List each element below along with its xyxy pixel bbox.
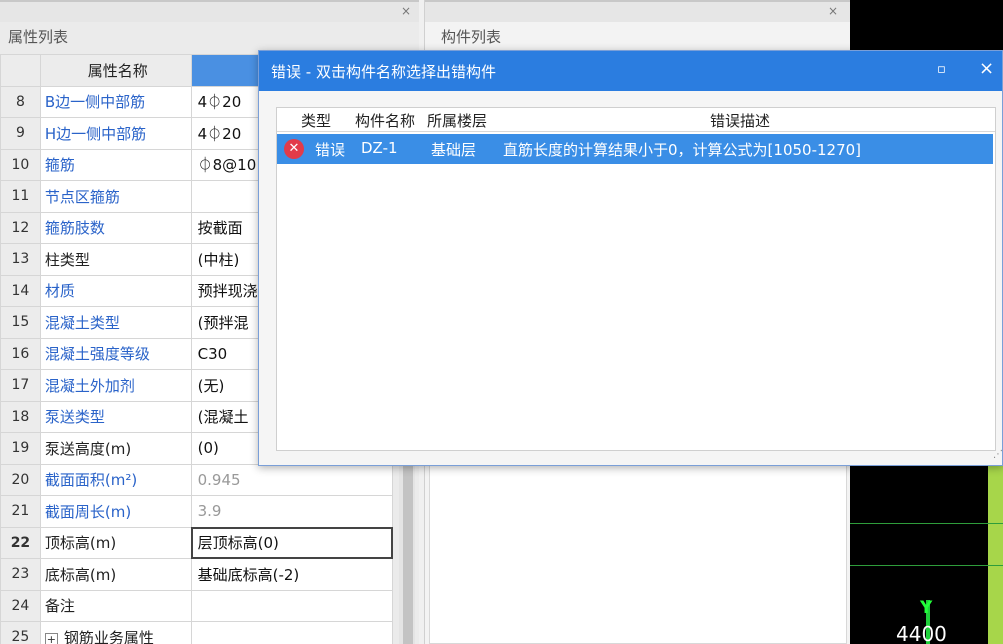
row-number: 13 bbox=[0, 243, 41, 276]
property-name: 截面面积(m²) bbox=[39, 463, 192, 496]
property-panel-title: 属性列表 bbox=[8, 28, 69, 46]
property-name-label: 截面面积(m²) bbox=[44, 471, 138, 490]
row-number: 15 bbox=[0, 306, 41, 339]
component-panel-title: 构件列表 bbox=[441, 28, 502, 46]
row-number: 12 bbox=[0, 211, 41, 244]
property-scrollbar-thumb[interactable] bbox=[403, 440, 413, 644]
property-name-label: 顶标高(m) bbox=[44, 534, 117, 553]
property-name: 柱类型 bbox=[39, 243, 192, 276]
property-panel-close-icon[interactable]: × bbox=[400, 4, 412, 18]
resize-grip-icon[interactable]: ⋰ bbox=[993, 449, 1003, 460]
error-component-name[interactable]: DZ-1 bbox=[361, 139, 398, 157]
property-name-label: 泵送高度(m) bbox=[44, 439, 132, 458]
row-number: 22 bbox=[0, 526, 41, 559]
canvas-axis-number: 4400 bbox=[896, 622, 947, 644]
column-header-description[interactable]: 错误描述 bbox=[710, 110, 770, 131]
property-name: 混凝土强度等级 bbox=[39, 337, 192, 370]
property-value[interactable] bbox=[190, 621, 394, 644]
row-number: 8 bbox=[0, 85, 41, 118]
error-dialog-titlebar[interactable]: 错误 - 双击构件名称选择出错构件 ▫ × bbox=[259, 51, 1002, 91]
column-header-name[interactable]: 构件名称 bbox=[355, 110, 415, 131]
property-name-label: B边一侧中部筋 bbox=[44, 93, 146, 112]
row-number: 10 bbox=[0, 148, 41, 181]
property-value[interactable]: 3.9 bbox=[190, 495, 394, 528]
property-name-label: 泵送类型 bbox=[44, 408, 105, 427]
property-name: 混凝土外加剂 bbox=[39, 369, 192, 402]
property-row[interactable]: 25 + 钢筋业务属性 bbox=[0, 621, 394, 644]
row-number: 14 bbox=[0, 274, 41, 307]
property-name: 泵送高度(m) bbox=[39, 432, 192, 465]
property-name: 泵送类型 bbox=[39, 400, 192, 433]
expand-icon[interactable]: + bbox=[44, 632, 58, 644]
property-name: + 钢筋业务属性 bbox=[39, 621, 192, 644]
header-num bbox=[0, 54, 41, 87]
row-number: 9 bbox=[0, 117, 41, 150]
row-number: 19 bbox=[0, 432, 41, 465]
property-name: 箍筋 bbox=[39, 148, 192, 181]
property-row[interactable]: 21 截面周长(m) 3.9 bbox=[0, 495, 394, 528]
property-name-label: 混凝土外加剂 bbox=[44, 376, 135, 395]
component-panel-close-icon[interactable]: × bbox=[827, 4, 839, 18]
property-row[interactable]: 20 截面面积(m²) 0.945 bbox=[0, 463, 394, 496]
property-name: B边一侧中部筋 bbox=[39, 85, 192, 118]
error-icon: ✕ bbox=[284, 139, 304, 159]
error-list-header: 类型 构件名称 所属楼层 错误描述 bbox=[277, 108, 995, 132]
maximize-icon[interactable]: ▫ bbox=[937, 62, 946, 77]
property-name: 材质 bbox=[39, 274, 192, 307]
property-name-label: 材质 bbox=[44, 282, 75, 301]
property-name-label: 混凝土类型 bbox=[44, 313, 120, 332]
header-property-name[interactable]: 属性名称 bbox=[39, 54, 192, 87]
property-name-label: 底标高(m) bbox=[44, 565, 117, 584]
column-header-floor[interactable]: 所属楼层 bbox=[427, 110, 487, 131]
property-name-label: 截面周长(m) bbox=[44, 502, 132, 521]
property-name: 箍筋肢数 bbox=[39, 211, 192, 244]
error-type: 错误 bbox=[315, 141, 346, 159]
property-name: 截面周长(m) bbox=[39, 495, 192, 528]
property-value[interactable]: 基础底标高(-2) bbox=[190, 558, 394, 591]
column-header-type[interactable]: 类型 bbox=[301, 110, 331, 131]
property-row[interactable]: 23 底标高(m) 基础底标高(-2) bbox=[0, 558, 394, 591]
property-name-label: 备注 bbox=[44, 597, 75, 616]
canvas-column-element bbox=[988, 460, 1003, 644]
row-number: 23 bbox=[0, 558, 41, 591]
error-description: 直筋长度的计算结果小于0，计算公式为[1050-1270] bbox=[503, 141, 862, 159]
canvas-grid-line bbox=[850, 523, 1003, 524]
property-name: H边一侧中部筋 bbox=[39, 117, 192, 150]
row-number: 25 bbox=[0, 621, 41, 644]
error-dialog: 错误 - 双击构件名称选择出错构件 ▫ × 类型 构件名称 所属楼层 错误描述 … bbox=[258, 50, 1003, 466]
property-row[interactable]: 22 顶标高(m) 层顶标高(0) bbox=[0, 526, 394, 559]
row-number: 20 bbox=[0, 463, 41, 496]
property-name-label: 混凝土强度等级 bbox=[44, 345, 150, 364]
row-number: 11 bbox=[0, 180, 41, 213]
error-row[interactable]: ✕ 错误 DZ-1 基础层 直筋长度的计算结果小于0，计算公式为[1050-12… bbox=[277, 134, 993, 164]
canvas-grid-line bbox=[850, 565, 1003, 566]
property-name-label: 箍筋 bbox=[44, 156, 75, 175]
row-number: 18 bbox=[0, 400, 41, 433]
error-list: 类型 构件名称 所属楼层 错误描述 ✕ 错误 DZ-1 基础层 直筋长度的计算结… bbox=[276, 107, 996, 451]
row-number: 16 bbox=[0, 337, 41, 370]
property-value[interactable]: 层顶标高(0) bbox=[190, 526, 394, 559]
error-dialog-title: 错误 - 双击构件名称选择出错构件 bbox=[271, 63, 496, 81]
property-value[interactable]: 0.945 bbox=[190, 463, 394, 496]
component-panel-topbar: × bbox=[425, 0, 850, 22]
property-name-label: 柱类型 bbox=[44, 250, 90, 269]
property-value[interactable] bbox=[190, 589, 394, 622]
property-name: 底标高(m) bbox=[39, 558, 192, 591]
row-number: 24 bbox=[0, 589, 41, 622]
row-number: 21 bbox=[0, 495, 41, 528]
property-panel-topbar: × bbox=[0, 0, 419, 22]
canvas-axis-y-label: Y bbox=[920, 598, 933, 618]
property-name: 备注 bbox=[39, 589, 192, 622]
property-row[interactable]: 24 备注 bbox=[0, 589, 394, 622]
error-floor: 基础层 bbox=[431, 141, 477, 159]
property-name-label: 钢筋业务属性 bbox=[63, 628, 154, 644]
close-icon[interactable]: × bbox=[979, 58, 994, 79]
property-name-label: H边一侧中部筋 bbox=[44, 124, 147, 143]
property-name-label: 节点区箍筋 bbox=[44, 187, 120, 206]
row-number: 17 bbox=[0, 369, 41, 402]
property-name: 节点区箍筋 bbox=[39, 180, 192, 213]
property-name-label: 箍筋肢数 bbox=[44, 219, 105, 238]
property-name: 顶标高(m) bbox=[39, 526, 192, 559]
property-name: 混凝土类型 bbox=[39, 306, 192, 339]
